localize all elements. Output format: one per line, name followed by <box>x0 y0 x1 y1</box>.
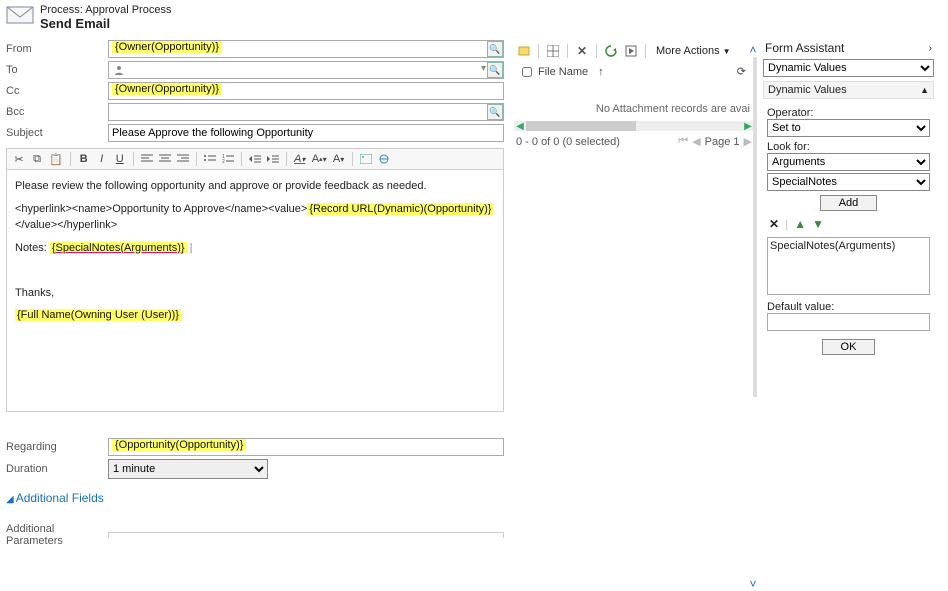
email-body-editor[interactable]: Please review the following opportunity … <box>6 170 504 412</box>
paste-icon[interactable]: 📋 <box>47 151 65 167</box>
align-left-icon[interactable] <box>139 151 155 167</box>
underline-button[interactable]: U <box>112 151 128 167</box>
select-all-checkbox[interactable] <box>522 67 532 77</box>
new-attachment-icon[interactable] <box>516 43 532 59</box>
chevron-right-icon[interactable]: › <box>929 43 932 54</box>
process-breadcrumb: Process: Approval Process <box>40 4 171 16</box>
lookup-button[interactable]: 🔍 <box>487 104 503 120</box>
lookfor-select[interactable]: Arguments <box>767 153 930 171</box>
additional-params-label: Additional Parameters <box>6 523 108 547</box>
lookup-button[interactable]: 🔍 <box>487 41 503 57</box>
svg-text:2: 2 <box>222 159 225 164</box>
chevron-down-icon: ▼ <box>723 47 731 56</box>
form-assistant-title: Form Assistant <box>765 41 844 55</box>
regarding-label: Regarding <box>6 441 108 453</box>
font-bgcolor-button[interactable]: A▴▾ <box>310 151 329 167</box>
subject-field[interactable] <box>108 124 504 142</box>
cut-icon[interactable]: ✂ <box>11 151 27 167</box>
list-item[interactable]: SpecialNotes(Arguments) <box>770 240 927 252</box>
delete-icon[interactable]: ✕ <box>574 43 590 59</box>
insert-image-icon[interactable] <box>358 151 374 167</box>
default-value-label: Default value: <box>767 301 930 313</box>
from-field[interactable]: {Owner(Opportunity)} <box>108 40 504 58</box>
more-actions-menu[interactable]: More Actions ▼ <box>652 45 735 57</box>
refresh-icon[interactable] <box>603 43 619 59</box>
to-field[interactable] <box>108 61 504 79</box>
align-center-icon[interactable] <box>157 151 173 167</box>
record-summary: 0 - 0 of 0 (0 selected) <box>516 136 620 148</box>
duration-select[interactable]: 1 minute <box>108 459 268 479</box>
lookup-button[interactable]: 🔍 <box>487 62 503 78</box>
body-line: {Full Name(Owning User (User))} <box>15 307 495 324</box>
bcc-label: Bcc <box>6 106 108 118</box>
italic-button[interactable]: I <box>94 151 110 167</box>
scroll-left-icon[interactable]: ◀ <box>514 121 526 131</box>
dynamic-values-list[interactable]: SpecialNotes(Arguments) <box>767 237 930 295</box>
editor-toolbar: ✂ ⧉ 📋 B I U 12 A▾ A▴▾ A▾ <box>6 148 504 170</box>
outdent-icon[interactable] <box>247 151 263 167</box>
attribute-select[interactable]: SpecialNotes <box>767 173 930 191</box>
cc-label: Cc <box>6 85 108 97</box>
operator-label: Operator: <box>767 107 930 119</box>
body-line: Notes: {SpecialNotes(Arguments)} | <box>15 240 495 257</box>
scroll-down-icon[interactable]: ˅ <box>747 577 759 591</box>
copy-icon[interactable]: ⧉ <box>29 151 45 167</box>
default-value-input[interactable] <box>767 313 930 331</box>
number-list-icon[interactable]: 12 <box>220 151 236 167</box>
regarding-field[interactable]: {Opportunity(Opportunity)} <box>108 438 504 456</box>
operator-select[interactable]: Set to <box>767 119 930 137</box>
lookfor-label: Look for: <box>767 141 930 153</box>
scroll-up-icon[interactable]: ˄ <box>747 43 759 57</box>
page-title: Send Email <box>40 16 171 31</box>
move-down-icon[interactable]: ▼ <box>812 217 824 231</box>
first-page-icon[interactable]: ⏮ <box>678 135 688 148</box>
no-records-message: No Attachment records are avai <box>514 83 754 115</box>
collapse-icon: ▲ <box>920 85 929 95</box>
dynamic-values-header[interactable]: Dynamic Values▲ <box>763 81 934 99</box>
insert-link-icon[interactable] <box>376 151 392 167</box>
refresh-grid-icon[interactable]: ⟳ <box>737 65 746 78</box>
subject-label: Subject <box>6 127 108 139</box>
remove-icon[interactable]: ✕ <box>769 217 779 231</box>
additional-fields-toggle[interactable]: ◢Additional Fields <box>6 491 504 505</box>
sort-asc-icon[interactable]: ↑ <box>598 66 604 78</box>
bullet-list-icon[interactable] <box>202 151 218 167</box>
font-size-button[interactable]: A▾ <box>331 151 347 167</box>
bcc-field[interactable] <box>108 103 504 121</box>
body-line: Please review the following opportunity … <box>15 178 495 195</box>
run-icon[interactable] <box>623 43 639 59</box>
fa-mode-select[interactable]: Dynamic Values <box>763 59 934 77</box>
indent-icon[interactable] <box>265 151 281 167</box>
cc-field[interactable]: {Owner(Opportunity)} <box>108 82 504 100</box>
bold-button[interactable]: B <box>76 151 92 167</box>
collapse-icon: ◢ <box>6 494 14 505</box>
filename-column-header[interactable]: File Name <box>538 66 588 78</box>
move-up-icon[interactable]: ▲ <box>794 217 806 231</box>
ok-button[interactable]: OK <box>822 339 876 355</box>
from-label: From <box>6 43 108 55</box>
to-label: To <box>6 64 108 76</box>
horizontal-scrollbar[interactable]: ◀ ▶ <box>514 121 754 131</box>
grid-icon[interactable] <box>545 43 561 59</box>
duration-label: Duration <box>6 463 108 475</box>
body-line: <hyperlink><name>Opportunity to Approve<… <box>15 201 495 234</box>
body-line: Thanks, <box>15 285 495 302</box>
additional-params-field[interactable] <box>108 532 504 538</box>
page-indicator: Page 1 <box>705 136 740 148</box>
person-icon <box>114 65 124 75</box>
add-button[interactable]: Add <box>820 195 878 211</box>
prev-page-icon[interactable]: ◀ <box>692 135 700 148</box>
font-color-button[interactable]: A▾ <box>292 151 308 167</box>
align-right-icon[interactable] <box>175 151 191 167</box>
dropdown-icon[interactable]: ▾ <box>481 63 486 74</box>
mail-icon <box>6 5 34 25</box>
